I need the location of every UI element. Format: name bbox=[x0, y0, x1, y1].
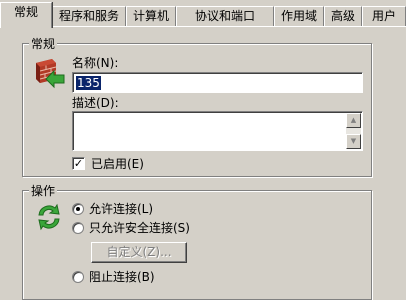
tab-general[interactable]: 常规 bbox=[0, 2, 52, 28]
name-field[interactable]: 135 bbox=[72, 72, 363, 93]
tab-scope[interactable]: 作用域 bbox=[274, 6, 324, 27]
tab-programs-services[interactable]: 程序和服务 bbox=[52, 6, 126, 27]
secure-connection-radio[interactable] bbox=[72, 222, 84, 234]
radio-dot bbox=[76, 207, 80, 211]
scroll-up-button[interactable]: ▲ bbox=[346, 113, 361, 128]
block-connection-label[interactable]: 阻止连接(B) bbox=[89, 270, 155, 284]
tab-advanced[interactable]: 高级 bbox=[324, 6, 362, 27]
tab-label: 高级 bbox=[330, 9, 355, 23]
description-label: 描述(D): bbox=[72, 96, 119, 110]
name-label: 名称(N): bbox=[72, 56, 119, 70]
tab-users[interactable]: 用户 bbox=[362, 6, 406, 27]
tab-protocols-ports[interactable]: 协议和端口 bbox=[176, 6, 274, 27]
refresh-arrows-icon bbox=[33, 201, 65, 233]
tab-bar: 常规 程序和服务 计算机 协议和端口 作用域 高级 用户 bbox=[0, 0, 406, 28]
tab-computers[interactable]: 计算机 bbox=[126, 6, 176, 27]
tab-label: 程序和服务 bbox=[58, 9, 119, 23]
scroll-down-button[interactable]: ▼ bbox=[346, 134, 361, 149]
allow-connection-label[interactable]: 允许连接(L) bbox=[89, 202, 153, 216]
general-group-title: 常规 bbox=[29, 37, 58, 51]
firewall-rule-icon bbox=[32, 55, 66, 89]
name-field-value: 135 bbox=[76, 76, 101, 90]
secure-connection-label[interactable]: 只允许安全连接(S) bbox=[89, 221, 190, 235]
tab-label: 计算机 bbox=[132, 9, 169, 23]
description-scrollbar[interactable]: ▲ ▼ bbox=[346, 113, 361, 149]
enabled-checkbox[interactable]: ✓ bbox=[72, 157, 85, 170]
customize-button[interactable]: 自定义(Z)... bbox=[91, 242, 187, 263]
description-field[interactable]: ▲ ▼ bbox=[72, 111, 363, 151]
allow-connection-radio[interactable] bbox=[72, 203, 84, 215]
tab-label: 用户 bbox=[371, 9, 396, 23]
tab-label: 常规 bbox=[13, 5, 38, 19]
action-group-title: 操作 bbox=[29, 184, 58, 198]
enabled-label[interactable]: 已启用(E) bbox=[91, 157, 144, 171]
tab-label: 协议和端口 bbox=[194, 9, 255, 23]
block-connection-radio[interactable] bbox=[72, 271, 84, 283]
tab-label: 作用域 bbox=[280, 9, 317, 23]
tab-divider bbox=[0, 26, 406, 27]
